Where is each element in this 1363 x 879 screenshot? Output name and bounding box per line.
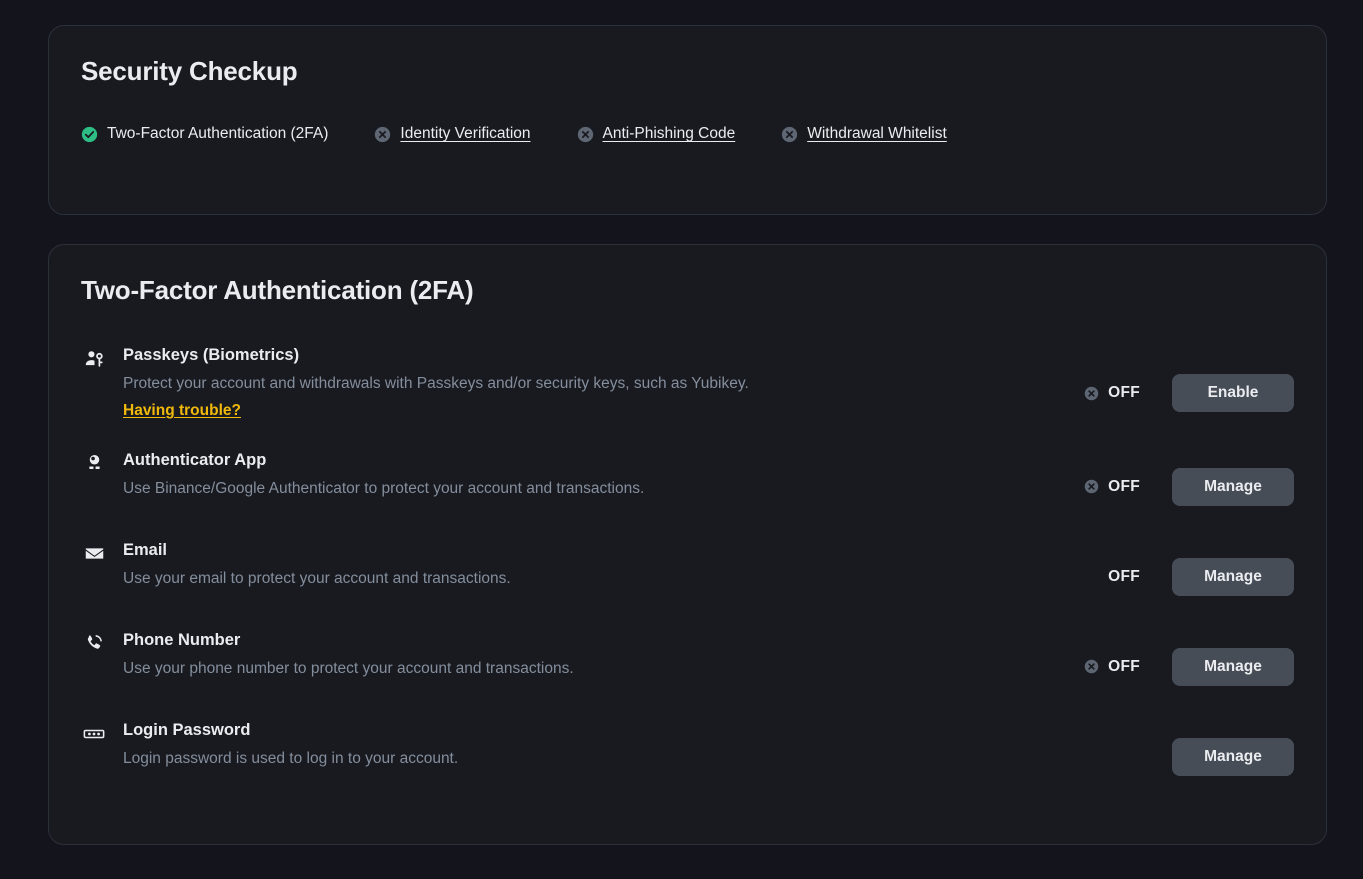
method-body: Login Password Login password is used to… (123, 721, 1294, 770)
checkup-item-two-factor-authentication[interactable]: Two-Factor Authentication (2FA) (81, 125, 328, 143)
x-circle-icon (577, 126, 594, 143)
security-settings-page: Security Checkup Two-Factor Authenticati… (0, 0, 1363, 879)
status-badge: OFF (1084, 658, 1140, 676)
method-row-authenticator-app: Authenticator App Use Binance/Google Aut… (81, 451, 1294, 506)
enable-passkeys-button[interactable]: Enable (1172, 374, 1294, 412)
method-name: Passkeys (Biometrics) (123, 346, 300, 364)
status-label: OFF (1108, 567, 1140, 585)
method-name: Login Password (123, 720, 251, 739)
method-row-phone-number: Phone Number Use your phone number to pr… (81, 631, 1294, 686)
security-checkup-list: Two-Factor Authentication (2FA) Identity… (81, 125, 1294, 143)
checkup-item-label: Withdrawal Whitelist (807, 125, 947, 142)
checkup-item-label: Identity Verification (400, 125, 531, 142)
method-controls: OFF Enable (1084, 374, 1294, 412)
two-factor-authentication-title: Two-Factor Authentication (2FA) (81, 275, 474, 305)
checkup-item-withdrawal-whitelist[interactable]: Withdrawal Whitelist (781, 125, 947, 143)
two-factor-authentication-card: Two-Factor Authentication (2FA) Passkeys… (48, 244, 1327, 845)
method-controls: Manage (1172, 737, 1294, 776)
security-checkup-card: Security Checkup Two-Factor Authenticati… (48, 25, 1327, 215)
method-controls: OFF Manage (1084, 467, 1294, 506)
checkup-item-anti-phishing-code[interactable]: Anti-Phishing Code (577, 125, 736, 143)
method-description: Login password is used to log in to your… (123, 749, 459, 767)
authenticator-icon (81, 451, 107, 472)
method-controls: OFF Manage (1084, 647, 1294, 686)
checkup-item-label: Anti-Phishing Code (602, 125, 736, 142)
manage-authenticator-button[interactable]: Manage (1172, 467, 1294, 506)
phone-icon (81, 631, 107, 653)
status-badge: OFF (1084, 384, 1140, 402)
x-circle-icon (1084, 386, 1099, 401)
status-badge: OFF (1084, 568, 1140, 586)
manage-email-button[interactable]: Manage (1172, 557, 1294, 596)
having-trouble-link[interactable]: Having trouble? (123, 402, 241, 420)
x-circle-icon (374, 126, 391, 143)
manage-phone-button[interactable]: Manage (1172, 647, 1294, 686)
checkup-item-identity-verification[interactable]: Identity Verification (374, 125, 531, 143)
method-row-passkeys: Passkeys (Biometrics) Protect your accou… (81, 346, 1294, 420)
passkey-person-icon (81, 346, 107, 369)
x-circle-icon (781, 126, 798, 143)
envelope-icon (81, 541, 107, 564)
manage-password-button[interactable]: Manage (1172, 737, 1294, 776)
status-badge: OFF (1084, 478, 1140, 496)
x-circle-icon (1084, 479, 1099, 494)
method-controls: OFF Manage (1084, 557, 1294, 596)
password-dots-icon (81, 721, 107, 745)
security-checkup-title: Security Checkup (81, 56, 298, 86)
checkup-item-label: Two-Factor Authentication (2FA) (107, 125, 329, 142)
status-label: OFF (1108, 657, 1140, 675)
check-circle-icon (81, 126, 98, 143)
method-row-login-password: Login Password Login password is used to… (81, 721, 1294, 776)
x-circle-icon (1084, 659, 1099, 674)
status-label: OFF (1108, 384, 1140, 401)
status-label: OFF (1108, 477, 1140, 495)
method-row-email: Email Use your email to protect your acc… (81, 541, 1294, 596)
